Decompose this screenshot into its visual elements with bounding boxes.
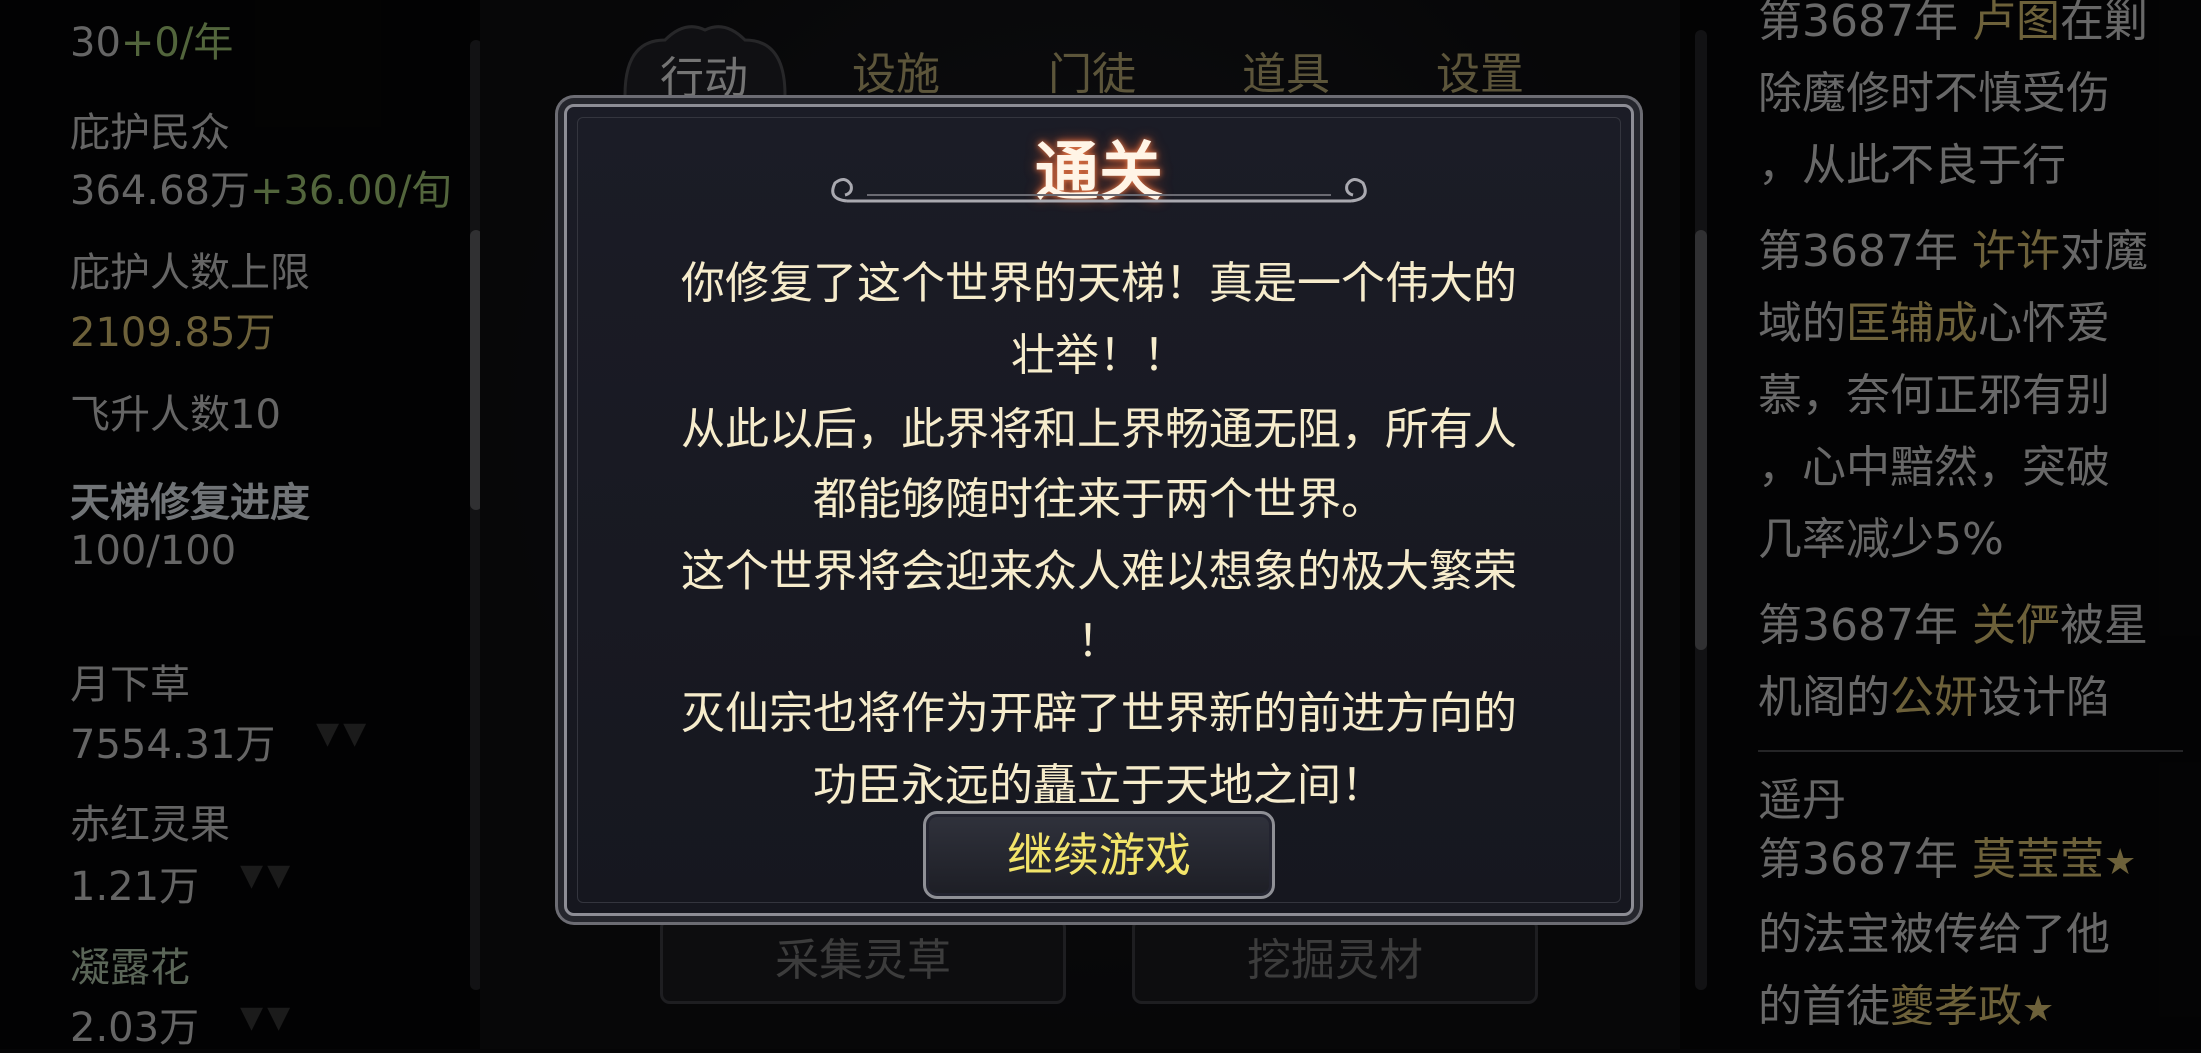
dialog-message-line: 这个世界将会迎来众人难以想象的极大繁荣 <box>681 546 1517 597</box>
dialog-message-line: 从此以后，此界将和上界畅通无阻，所有人 <box>681 404 1517 455</box>
dialog-message-line: 你修复了这个世界的天梯！真是一个伟大的 <box>681 258 1517 309</box>
dialog-message-line: ！ <box>1077 616 1121 667</box>
game-clear-dialog: 通关 你修复了这个世界的天梯！真是一个伟大的 壮举！！ 从此以后，此界将和上界畅… <box>564 104 1634 916</box>
title-ornament-icon <box>831 178 1367 203</box>
dialog-message-line: 壮举！！ <box>1011 330 1187 381</box>
continue-game-button[interactable]: 继续游戏 <box>923 811 1275 899</box>
dialog-message-line: 功臣永远的矗立于天地之间！ <box>813 760 1385 811</box>
dialog-message-line: 灭仙宗也将作为开辟了世界新的前进方向的 <box>681 688 1517 739</box>
dialog-message-line: 都能够随时往来于两个世界。 <box>813 474 1385 525</box>
